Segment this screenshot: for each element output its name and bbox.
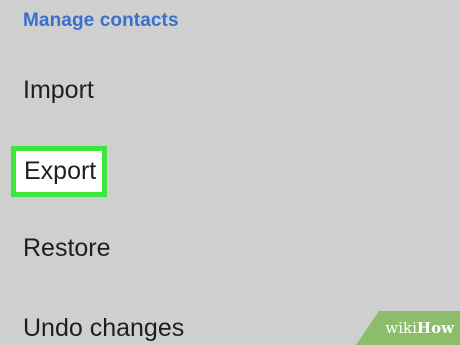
watermark-wiki-text: wiki <box>385 319 417 337</box>
menu-item-restore[interactable]: Restore <box>23 236 111 261</box>
menu-item-export[interactable]: Export <box>11 146 108 197</box>
menu-item-import[interactable]: Import <box>23 78 94 103</box>
menu-item-undo-changes[interactable]: Undo changes <box>23 316 184 341</box>
wikihow-watermark: wiki How <box>356 311 460 345</box>
section-header-manage-contacts: Manage contacts <box>23 10 179 31</box>
watermark-how-text: How <box>416 319 454 337</box>
